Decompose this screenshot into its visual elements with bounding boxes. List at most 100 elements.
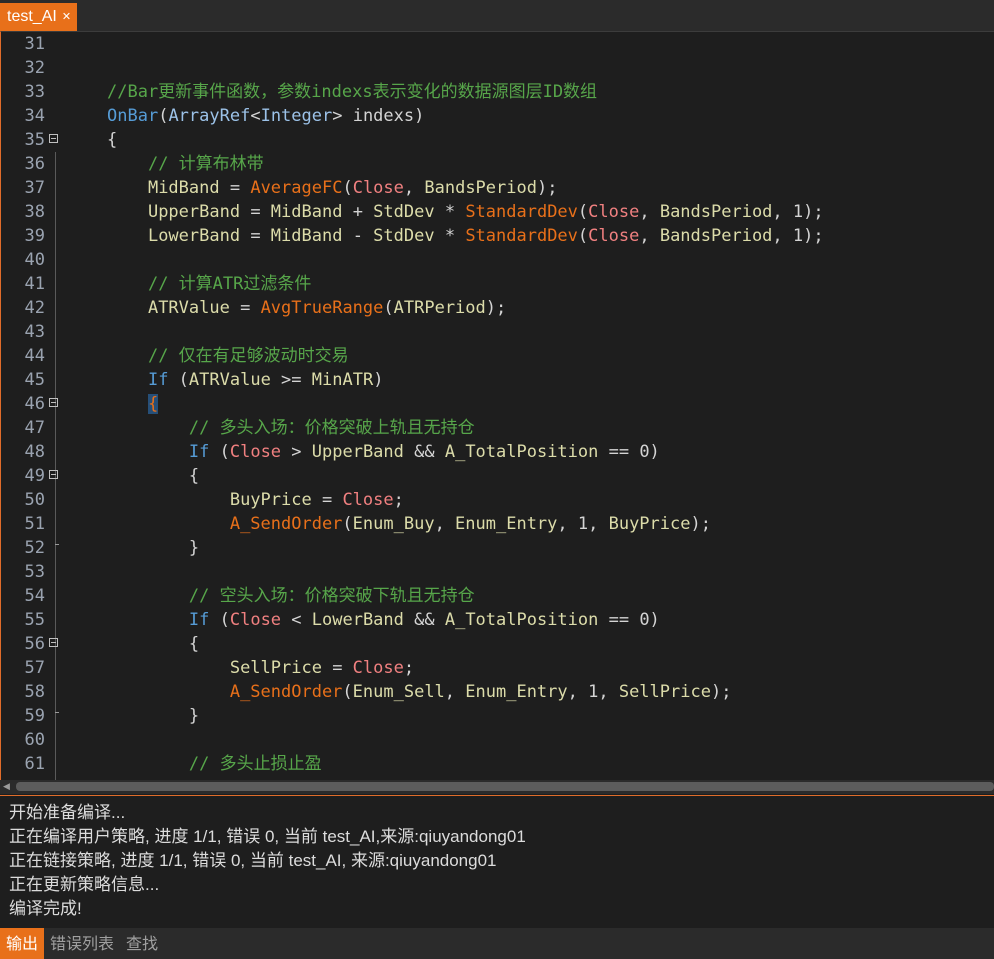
code-text: { xyxy=(107,632,199,656)
scrollbar-thumb[interactable] xyxy=(16,782,994,791)
code-line[interactable]: 58 A_SendOrder(Enum_Sell, Enum_Entry, 1,… xyxy=(1,680,994,704)
fold-collapse-icon[interactable] xyxy=(49,470,58,479)
code-line[interactable]: 45 If (ATRValue >= MinATR) xyxy=(1,368,994,392)
code-token: Enum_Entry xyxy=(465,682,568,702)
tab-find[interactable]: 查找 xyxy=(120,928,164,959)
code-line[interactable]: 55 If (Close < LowerBand && A_TotalPosit… xyxy=(1,608,994,632)
code-token: If xyxy=(188,442,210,462)
code-line[interactable]: 50 BuyPrice = Close; xyxy=(1,488,994,512)
line-number: 38 xyxy=(24,202,45,222)
code-token: A_SendOrder xyxy=(229,514,343,534)
code-line[interactable]: 57 SellPrice = Close; xyxy=(1,656,994,680)
code-token: ); xyxy=(690,514,711,534)
fold-collapse-icon[interactable] xyxy=(49,398,58,407)
code-line[interactable]: 40 xyxy=(1,248,994,272)
code-line[interactable]: 44 // 仅在有足够波动时交易 xyxy=(1,344,994,368)
code-token: { xyxy=(147,394,159,414)
tab-output[interactable]: 输出 xyxy=(0,928,45,959)
code-token: BandsPeriod xyxy=(424,178,537,198)
code-token: Close xyxy=(229,610,282,630)
code-line[interactable]: 36 // 计算布林带 xyxy=(1,152,994,176)
code-token: UpperBand xyxy=(147,202,241,222)
line-number: 43 xyxy=(24,322,45,342)
code-token: ArrayRef xyxy=(168,106,251,126)
code-token: , xyxy=(639,226,660,246)
horizontal-scrollbar[interactable]: ◀ xyxy=(0,780,994,794)
code-line[interactable]: 33 //Bar更新事件函数，参数indexs表示变化的数据源图层ID数组 xyxy=(1,80,994,104)
code-token: BuyPrice xyxy=(229,490,312,510)
code-token: , xyxy=(434,514,456,534)
code-line[interactable]: 42 ATRValue = AvgTrueRange(ATRPeriod); xyxy=(1,296,994,320)
bottom-tab-bar: 输出 错误列表 查找 xyxy=(0,928,994,959)
code-token: ATRPeriod xyxy=(393,298,486,318)
code-token: If xyxy=(188,610,210,630)
tab-test-ai[interactable]: test_AI ✕ xyxy=(0,3,78,31)
code-line[interactable]: 43 xyxy=(1,320,994,344)
code-line[interactable]: 37 MidBand = AverageFC(Close, BandsPerio… xyxy=(1,176,994,200)
code-token: StdDev xyxy=(373,226,435,246)
code-line[interactable]: 59 } xyxy=(1,704,994,728)
code-line[interactable]: 41 // 计算ATR过滤条件 xyxy=(1,272,994,296)
code-line[interactable]: 31 xyxy=(1,32,994,56)
code-token: // 多头入场：价格突破上轨且无持仓 xyxy=(188,418,475,438)
code-token: * xyxy=(434,202,466,222)
close-icon[interactable]: ✕ xyxy=(62,11,71,23)
code-token: ( xyxy=(209,442,230,462)
code-line[interactable]: 34 OnBar(ArrayRef<Integer> indexs) xyxy=(1,104,994,128)
fold-collapse-icon[interactable] xyxy=(49,134,58,143)
code-token: ( xyxy=(577,202,589,222)
tab-error-list[interactable]: 错误列表 xyxy=(44,928,120,959)
code-line[interactable]: 46 { xyxy=(1,392,994,416)
code-line[interactable]: 60 xyxy=(1,728,994,752)
code-line[interactable]: 54 // 空头入场：价格突破下轨且无持仓 xyxy=(1,584,994,608)
code-token: < xyxy=(281,610,312,630)
code-text: // 多头止损止盈 xyxy=(107,752,322,776)
code-line[interactable]: 39 LowerBand = MidBand - StdDev * Standa… xyxy=(1,224,994,248)
code-token: // 计算布林带 xyxy=(147,154,264,174)
fold-collapse-icon[interactable] xyxy=(49,638,58,647)
code-line[interactable]: 47 // 多头入场：价格突破上轨且无持仓 xyxy=(1,416,994,440)
code-text: // 空头入场：价格突破下轨且无持仓 xyxy=(107,584,475,608)
code-text: BuyPrice = Close; xyxy=(107,488,404,512)
code-line[interactable]: 49 { xyxy=(1,464,994,488)
line-number: 57 xyxy=(24,658,45,678)
code-token: = xyxy=(219,178,251,198)
tab-bar: test_AI ✕ xyxy=(0,0,994,31)
code-token: > indexs) xyxy=(332,106,425,126)
code-token: AvgTrueRange xyxy=(260,298,384,318)
code-token: Close xyxy=(342,490,394,510)
code-token: = xyxy=(321,658,353,678)
code-line[interactable]: 48 If (Close > UpperBand && A_TotalPosit… xyxy=(1,440,994,464)
code-line[interactable]: 53 xyxy=(1,560,994,584)
code-text: //Bar更新事件函数，参数indexs表示变化的数据源图层ID数组 xyxy=(107,80,597,104)
line-number: 37 xyxy=(24,178,45,198)
code-line[interactable]: 52 } xyxy=(1,536,994,560)
code-line[interactable]: 61 // 多头止损止盈 xyxy=(1,752,994,776)
code-token: UpperBand xyxy=(311,442,404,462)
chevron-left-icon[interactable]: ◀ xyxy=(3,782,10,792)
code-line[interactable]: 56 { xyxy=(1,632,994,656)
line-number: 46 xyxy=(24,394,45,414)
line-number: 34 xyxy=(24,106,45,126)
code-editor[interactable]: 31 32 33 //Bar更新事件函数，参数indexs表示变化的数据源图层ID数组… xyxy=(0,31,994,780)
code-token: = xyxy=(240,226,271,246)
code-line[interactable]: 38 UpperBand = MidBand + StdDev * Standa… xyxy=(1,200,994,224)
code-token: ATRValue xyxy=(147,298,230,318)
code-text: A_SendOrder(Enum_Buy, Enum_Entry, 1, Buy… xyxy=(107,512,711,536)
code-token: , 1); xyxy=(772,202,824,222)
code-text: LowerBand = MidBand - StdDev * StandardD… xyxy=(107,224,824,248)
code-token: < xyxy=(250,106,261,126)
code-token: MidBand xyxy=(270,226,343,246)
code-line[interactable]: 32 xyxy=(1,56,994,80)
code-token: ( xyxy=(577,226,589,246)
code-text: // 计算ATR过滤条件 xyxy=(107,272,311,296)
output-line: 编译完成! xyxy=(9,899,82,918)
code-token: MidBand xyxy=(147,178,220,198)
line-number: 54 xyxy=(24,586,45,606)
code-line[interactable]: 35 { xyxy=(1,128,994,152)
code-line[interactable]: 51 A_SendOrder(Enum_Buy, Enum_Entry, 1, … xyxy=(1,512,994,536)
